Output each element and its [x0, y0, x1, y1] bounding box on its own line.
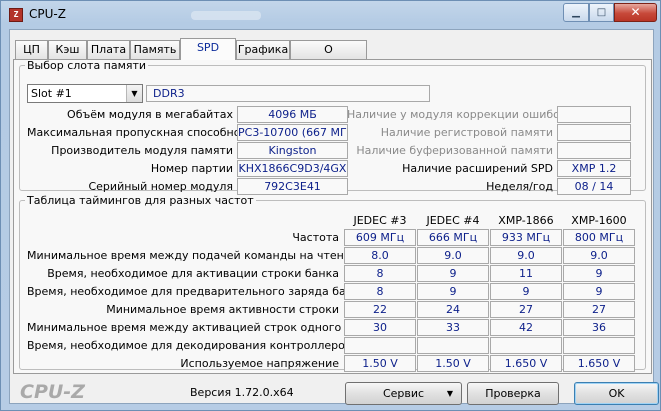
timings-content: JEDEC #3 JEDEC #4 XMP-1866 XMP-1600 Част… — [27, 213, 651, 383]
timing-cell: 9.0 — [490, 247, 562, 264]
timing-cell: 933 МГц — [490, 229, 562, 246]
timings-col-xmp1866: XMP-1866 — [498, 214, 554, 227]
memory-slot-content: Slot #1 ▼ DDR3 Объём модуля в мегабайтах… — [27, 84, 651, 204]
timing-row-label: Минимальное время активности строки — [106, 303, 339, 316]
manufacturer-label: Производитель модуля памяти — [51, 144, 233, 157]
timing-cell: 9 — [490, 283, 562, 300]
tab-memory[interactable]: Память — [130, 40, 180, 59]
timing-cell: 1.50 V — [344, 355, 416, 372]
window-client-area: ЦП Кэш Плата Память SPD Графика О програ… — [9, 29, 659, 405]
timing-row-label: Время, необходимое для декодирования кон… — [27, 339, 354, 352]
cpu-z-logo: CPU-Z — [20, 381, 85, 403]
serial-number-label: Серийный номер модуля — [88, 180, 233, 193]
timing-cell: 24 — [417, 301, 489, 318]
title-bar[interactable]: Z CPU-Z ▁ □ ✕ — [1, 1, 660, 29]
timing-cell: 8 — [344, 283, 416, 300]
serial-number-value: 792C3E41 — [237, 178, 348, 195]
timing-cell: 800 МГц — [563, 229, 635, 246]
timings-col-jedec4: JEDEC #4 — [426, 214, 480, 227]
timing-cell: 9.0 — [417, 247, 489, 264]
tab-spd[interactable]: SPD — [180, 38, 236, 60]
timing-row-label: Минимальное время между активацией строк… — [27, 321, 379, 334]
spd-ext-value: XMP 1.2 — [557, 160, 631, 177]
timing-cell: 27 — [490, 301, 562, 318]
blurred-title-area — [191, 11, 261, 20]
timing-cell: 1.650 V — [490, 355, 562, 372]
timing-cell: 666 МГц — [417, 229, 489, 246]
timing-cell: 609 МГц — [344, 229, 416, 246]
timing-cell — [344, 337, 416, 354]
timing-cell: 8 — [344, 265, 416, 282]
timing-cell: 9 — [417, 265, 489, 282]
spd-tab-panel: Выбор слота памяти Slot #1 ▼ DDR3 Объём … — [13, 59, 652, 374]
timings-group: Таблица таймингов для разных частот JEDE… — [19, 194, 646, 372]
chevron-down-icon: ▼ — [446, 389, 453, 398]
timing-cell: 22 — [344, 301, 416, 318]
timing-cell: 9.0 — [563, 247, 635, 264]
tab-mainboard[interactable]: Плата — [87, 40, 130, 59]
registered-value — [557, 124, 631, 141]
tab-cache[interactable]: Кэш — [48, 40, 87, 59]
tab-about[interactable]: О программе — [290, 40, 367, 73]
week-year-value: 08 / 14 — [557, 178, 631, 195]
close-button[interactable]: ✕ — [614, 3, 657, 22]
manufacturer-value: Kingston — [237, 142, 348, 159]
timing-row-label: Время, необходимое для предварительного … — [27, 285, 367, 298]
memory-type-value: DDR3 — [146, 85, 430, 102]
part-number-label: Номер партии — [150, 162, 233, 175]
timing-cell: 9 — [417, 283, 489, 300]
chevron-down-icon[interactable]: ▼ — [126, 85, 142, 102]
timing-cell: 36 — [563, 319, 635, 336]
tab-cpu[interactable]: ЦП — [15, 40, 48, 59]
version-text: Версия 1.72.0.x64 — [190, 386, 294, 399]
ok-button[interactable]: OK — [574, 382, 659, 405]
memory-slot-group: Выбор слота памяти Slot #1 ▼ DDR3 Объём … — [19, 59, 646, 195]
ecc-label: Наличие у модуля коррекции ошибок — [347, 108, 567, 121]
timings-col-xmp1600: XMP-1600 — [571, 214, 627, 227]
timing-cell: 9 — [563, 265, 635, 282]
ecc-value — [557, 106, 631, 123]
buffered-value — [557, 142, 631, 159]
buffered-label: Наличие буферизованной памяти — [356, 144, 553, 157]
cpu-z-icon: Z — [9, 8, 23, 22]
timing-cell — [417, 337, 489, 354]
timing-cell: 30 — [344, 319, 416, 336]
slot-select[interactable]: Slot #1 ▼ — [27, 84, 143, 103]
module-size-value: 4096 МБ — [237, 106, 348, 123]
timing-row-label: Используемое напряжение — [180, 357, 339, 370]
memory-slot-legend: Выбор слота памяти — [27, 59, 147, 72]
cpuz-window: Z CPU-Z ▁ □ ✕ ЦП Кэш Плата Память SPD Гр… — [0, 0, 661, 411]
module-size-label: Объём модуля в мегабайтах — [67, 108, 233, 121]
tab-graphics[interactable]: Графика — [236, 40, 290, 59]
max-bandwidth-label: Максимальная пропускная способность — [27, 126, 260, 139]
window-title: CPU-Z — [29, 7, 66, 21]
spd-ext-label: Наличие расширений SPD — [402, 162, 553, 175]
timing-cell: 8.0 — [344, 247, 416, 264]
timings-legend: Таблица таймингов для разных частот — [27, 194, 254, 207]
week-year-label: Неделя/год — [486, 180, 553, 193]
timing-row-label: Время, необходимое для активации строки … — [47, 267, 339, 280]
timing-cell: 42 — [490, 319, 562, 336]
timing-cell: 27 — [563, 301, 635, 318]
validate-button[interactable]: Проверка — [467, 382, 559, 405]
timing-row-label: Минимальное время между подачей команды … — [27, 249, 358, 262]
timing-cell: 33 — [417, 319, 489, 336]
timing-cell: 11 — [490, 265, 562, 282]
part-number-value: KHX1866C9D3/4GX — [237, 160, 348, 177]
tools-button[interactable]: Сервис ▼ — [345, 382, 462, 405]
timing-cell: 9 — [563, 283, 635, 300]
timing-row-label: Частота — [292, 231, 339, 244]
slot-select-value: Slot #1 — [31, 87, 72, 100]
timing-cell: 1.50 V — [417, 355, 489, 372]
timing-cell: 1.650 V — [563, 355, 635, 372]
tools-button-label: Сервис — [382, 387, 425, 400]
registered-label: Наличие регистровой памяти — [380, 126, 553, 139]
timings-col-jedec3: JEDEC #3 — [353, 214, 407, 227]
max-bandwidth-value: PC3-10700 (667 МГц) — [237, 124, 348, 141]
minimize-button[interactable]: ▁ — [563, 3, 589, 22]
timing-cell — [563, 337, 635, 354]
maximize-button[interactable]: □ — [589, 3, 614, 22]
timing-cell — [490, 337, 562, 354]
